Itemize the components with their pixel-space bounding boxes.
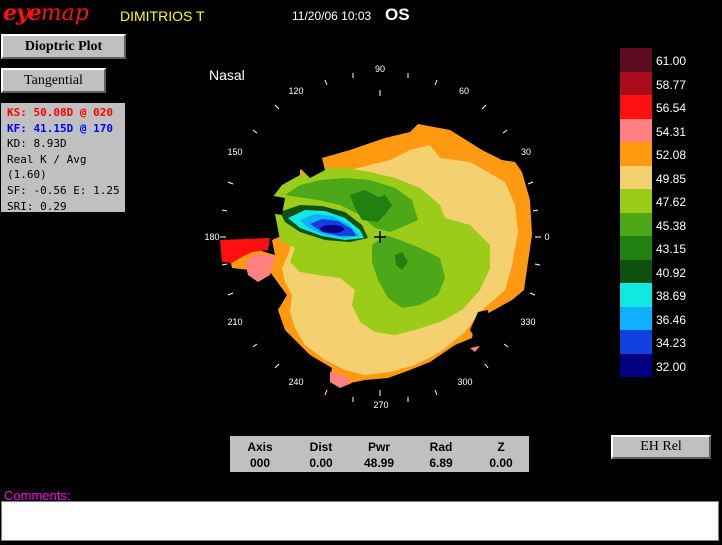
axis-label-210: 210 (227, 317, 242, 327)
measurement-table: Axis 000 Dist 0.00 Pwr 48.99 Rad 6.89 Z … (230, 436, 529, 472)
scale-swatch (620, 283, 652, 307)
scale-swatch (620, 71, 652, 95)
scale-value: 40.92 (656, 265, 687, 280)
region-navy (320, 225, 344, 233)
dioptric-plot-button[interactable]: Dioptric Plot (1, 34, 126, 59)
keratometry-info-panel: KS: 50.08D @ 020 KF: 41.15D @ 170 KD: 8.… (1, 103, 125, 228)
scale-value: 32.00 (656, 359, 687, 374)
scale-swatch (620, 236, 652, 260)
ks-value: KS: 50.08D @ 020 (7, 106, 113, 119)
tangential-button[interactable]: Tangential (1, 68, 106, 93)
column-value: 6.89 (429, 456, 453, 470)
scale-value: 45.38 (656, 218, 687, 233)
color-scale-bar (620, 48, 652, 377)
rad-column: Rad 6.89 (416, 439, 466, 471)
scale-value: 49.85 (656, 171, 687, 186)
exam-datetime: 11/20/06 10:03 (292, 9, 372, 23)
scale-swatch (620, 330, 652, 354)
eyemap-logo: eyemap (3, 0, 89, 26)
column-header: Dist (309, 440, 333, 454)
scale-swatch (620, 165, 652, 189)
eye-indicator: OS (385, 5, 410, 24)
topography-regions (220, 124, 532, 388)
scale-value: 58.77 (656, 77, 687, 92)
sf-e-value: SF: -0.56 E: 1.25 (7, 183, 120, 197)
pwr-column: Pwr 48.99 (354, 439, 404, 471)
logo-map-text: map (40, 1, 89, 26)
column-value: 0.00 (309, 456, 333, 470)
column-value: 000 (249, 456, 271, 470)
scale-value: 43.15 (656, 242, 687, 256)
column-header: Pwr (367, 440, 390, 454)
column-header: Axis (247, 440, 273, 454)
axis-label-300: 300 (457, 377, 472, 387)
scale-swatch (620, 118, 652, 142)
column-header: Z (497, 440, 505, 454)
scale-swatch (620, 353, 652, 377)
scale-value: 52.08 (656, 148, 687, 162)
axis-label-60: 60 (459, 86, 469, 96)
kd-value: KD: 8.93D (7, 137, 67, 151)
axis-label-180: 180 (204, 232, 219, 242)
region-pink-right (470, 346, 480, 352)
scale-swatch (620, 212, 652, 236)
axis-label-0: 0 (544, 232, 549, 242)
axis-label-270: 270 (373, 400, 388, 410)
axis-column: Axis 000 (235, 439, 285, 471)
dist-column: Dist 0.00 (296, 439, 346, 471)
corneal-topography-map[interactable]: 90 60 30 0 330 300 270 240 210 180 150 1… (200, 55, 570, 430)
scale-swatch (620, 259, 652, 283)
real-k-value: Real K / Avg (1.60) (7, 152, 87, 182)
axis-label-240: 240 (288, 377, 303, 387)
sri-value: SRI: 0.29 (7, 199, 67, 213)
column-value: 0.00 (489, 456, 513, 470)
scale-value: 56.54 (656, 101, 687, 115)
patient-name: DIMITRIOS T (120, 8, 205, 24)
color-scale-labels: 61.00 58.77 56.54 54.31 52.08 49.85 47.6… (656, 54, 686, 383)
scale-value: 38.69 (656, 289, 687, 303)
scale-swatch (620, 95, 652, 119)
vid-value: VID: 11.37 mm (7, 215, 94, 229)
scale-value: 54.31 (656, 124, 687, 139)
scale-swatch (620, 189, 652, 213)
scale-value: 47.62 (656, 195, 687, 209)
column-value: 48.99 (363, 456, 395, 470)
scale-value: 34.23 (656, 336, 687, 350)
axis-label-150: 150 (227, 147, 242, 157)
axis-label-30: 30 (521, 147, 531, 157)
axis-label-120: 120 (288, 86, 303, 96)
axis-label-330: 330 (520, 317, 535, 327)
scale-value: 61.00 (656, 54, 687, 68)
axis-label-90: 90 (375, 64, 385, 74)
scale-swatch (620, 306, 652, 330)
eyelid-cutout-left (268, 195, 285, 215)
column-header: Rad (429, 440, 453, 454)
scale-swatch (620, 142, 652, 166)
eh-rel-button[interactable]: EH Rel (611, 435, 711, 459)
kf-value: KF: 41.15D @ 170 (7, 121, 113, 135)
z-column: Z 0.00 (476, 439, 526, 471)
comments-field[interactable] (1, 501, 719, 541)
scale-swatch (620, 48, 652, 72)
scale-value: 36.46 (656, 312, 687, 327)
logo-eye-text: eye (3, 0, 42, 26)
